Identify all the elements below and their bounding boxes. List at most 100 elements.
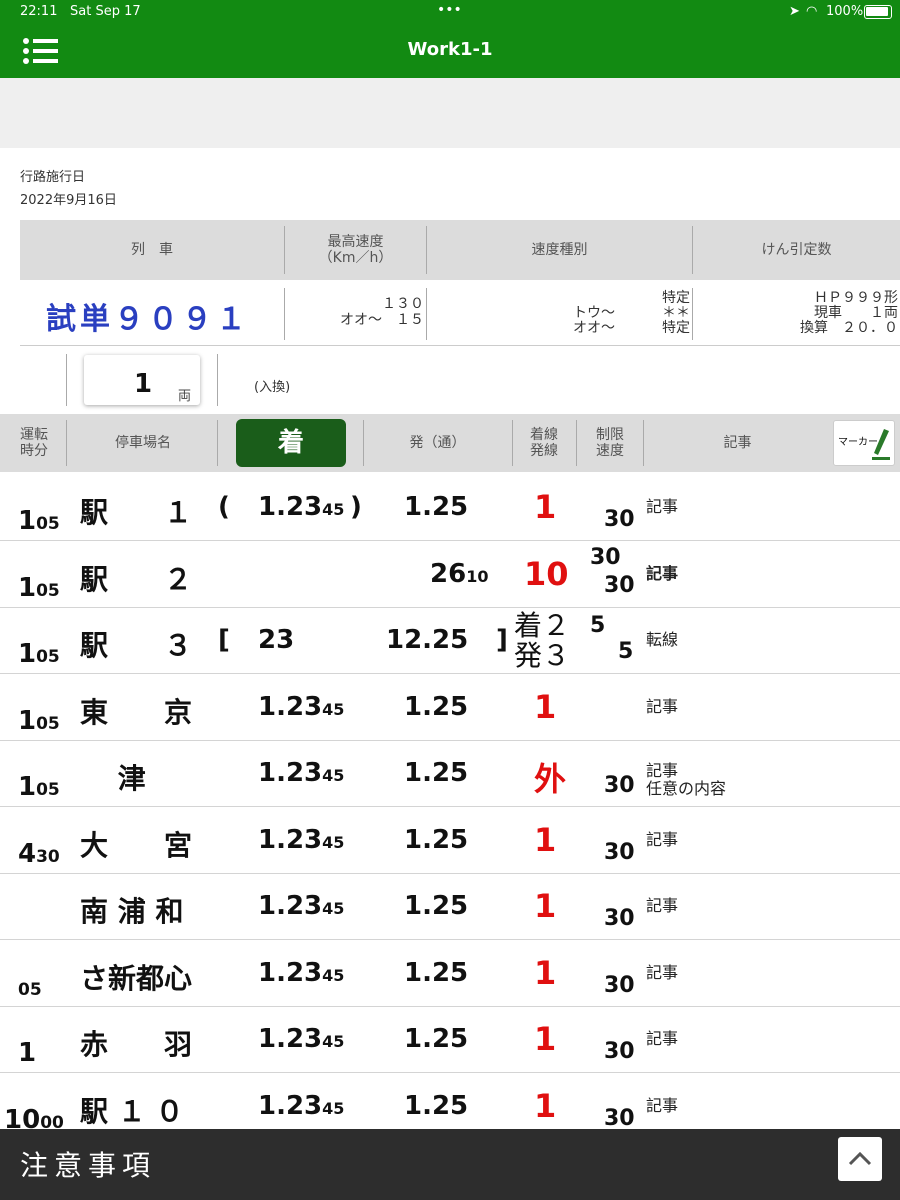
table-row[interactable]: 105 駅 １(1.2345) 1.25 1 30 記事 bbox=[0, 474, 900, 541]
speed-limit-top: 5 bbox=[590, 613, 606, 638]
note-line-2: 任意の内容 bbox=[646, 779, 727, 798]
table-row[interactable]: 105 駅 ３ [23 12.25] 着２ 発３ 5 5 転線 bbox=[0, 607, 900, 674]
note-line-1: 転線 bbox=[646, 630, 679, 649]
departure-time: 1.25 bbox=[404, 958, 468, 988]
run-time-seconds: 05 bbox=[36, 514, 60, 534]
speed-left-a: トウ〜 bbox=[573, 305, 615, 321]
header-speed-type: 速度種別 bbox=[531, 242, 588, 258]
departure-time: 2610 bbox=[430, 559, 488, 589]
run-time: 105 bbox=[18, 639, 60, 669]
arrival-time: 1.2345 bbox=[258, 758, 344, 788]
run-time-minutes: 1 bbox=[18, 506, 37, 536]
speed-limit: 30 bbox=[604, 572, 635, 598]
date-label: 行路施行日 bbox=[20, 170, 86, 185]
speed-limit: 30 bbox=[604, 507, 635, 532]
header-max-speed: 最高速度 （Km／h） bbox=[285, 220, 426, 280]
arrival-time: 1.2345 bbox=[258, 492, 344, 522]
row-note: 記事 bbox=[646, 1096, 678, 1115]
table-row[interactable]: 105 東 京 1.2345 1.25 1 記事 bbox=[0, 674, 900, 741]
note-line-1: 記事 bbox=[646, 896, 679, 915]
caution-footer: 注意事項 bbox=[0, 1129, 900, 1200]
location-icon: ➤ bbox=[789, 4, 800, 19]
note-line-1: 記事 bbox=[646, 563, 679, 583]
row-note: 記事 bbox=[646, 498, 678, 516]
table-row[interactable]: 1000 駅 １ ０ 1.2345 1.25 1 30 記事 bbox=[0, 1073, 900, 1130]
track-change: 着２ 発３ bbox=[514, 611, 570, 671]
departure-main: 1.25 bbox=[404, 891, 469, 921]
arrival-main: 1.23 bbox=[258, 758, 323, 788]
table-row[interactable]: 南 浦 和 1.2345 1.25 1 30 記事 bbox=[0, 873, 900, 940]
multitask-dots[interactable]: ••• bbox=[437, 2, 462, 18]
header-limit-2: 速度 bbox=[596, 443, 624, 459]
arrival-open-bracket: ( bbox=[218, 492, 230, 522]
run-time-seconds: 05 bbox=[36, 713, 60, 734]
speed-limit: 30 bbox=[604, 839, 635, 865]
station-name: 駅 ３ bbox=[80, 629, 193, 662]
station-list[interactable]: 105 駅 １(1.2345) 1.25 1 30 記事 105 駅 ２ 2610 10 30 30 記… bbox=[0, 474, 900, 1129]
departure-time: 1.25 bbox=[404, 492, 468, 522]
tonnage-b: 現車 １両 bbox=[814, 305, 898, 321]
expand-up-button[interactable] bbox=[838, 1137, 882, 1181]
footer-title: 注意事項 bbox=[20, 1149, 157, 1182]
station-name: 駅 １ ０ bbox=[80, 1094, 184, 1128]
track-number: 10 bbox=[524, 554, 569, 593]
arrival-time: 1.2345 bbox=[258, 1024, 344, 1054]
arrive-toggle-button[interactable]: 着 bbox=[236, 419, 346, 467]
shunting-note: (入換) bbox=[254, 380, 291, 395]
arrival-time: 1.2345 bbox=[258, 958, 344, 988]
track-number: 1 bbox=[534, 953, 557, 992]
track-number: 1 bbox=[534, 887, 557, 925]
max-speed-a: １３０ bbox=[382, 296, 424, 312]
speed-right-a: 特定 bbox=[662, 290, 690, 306]
car-count-box[interactable]: 1 両 bbox=[84, 355, 200, 405]
cars-row: 1 両 (入換) bbox=[0, 346, 900, 414]
speed-limit: 30 bbox=[604, 1039, 635, 1064]
departure-close-bracket: ] bbox=[496, 625, 508, 655]
arrival-seconds: 45 bbox=[322, 500, 345, 519]
departure-track: 発３ bbox=[514, 639, 571, 672]
header-max-speed-2: （Km／h） bbox=[318, 250, 393, 266]
arrival-time: 1.2345 bbox=[258, 891, 344, 921]
arrival-seconds: 45 bbox=[322, 1032, 345, 1051]
speed-limit-top: 30 bbox=[590, 544, 621, 570]
departure-main: 1.25 bbox=[404, 1090, 469, 1121]
arrival-track: 着２ bbox=[514, 609, 571, 642]
marker-button[interactable]: マーカー bbox=[833, 420, 895, 466]
departure-time: 1.25 bbox=[404, 825, 468, 855]
table-row[interactable]: 05 さ新都心 1.2345 1.25 1 30 記事 bbox=[0, 940, 900, 1007]
header-run-time: 運転 時分 bbox=[6, 427, 62, 459]
station-name: 駅 ２ bbox=[80, 562, 193, 596]
status-battery-text: 100% bbox=[826, 4, 864, 19]
header-run-time-2: 時分 bbox=[20, 443, 48, 459]
station-name: 東 京 bbox=[80, 695, 193, 729]
station-name: 大 宮 bbox=[80, 828, 193, 862]
header-run-time-1: 運転 bbox=[20, 427, 48, 443]
arrival-seconds: 45 bbox=[322, 832, 345, 852]
table-row[interactable]: 105 駅 ２ 2610 10 30 30 記事 bbox=[0, 541, 900, 608]
speed-limit: 30 bbox=[604, 906, 635, 931]
track-number: 外 bbox=[534, 760, 567, 798]
run-time: 430 bbox=[18, 839, 60, 869]
arrival-main: 1.23 bbox=[258, 1090, 323, 1121]
status-bar: 22:11 Sat Sep 17 ••• ➤ ◠ 100% bbox=[0, 0, 900, 24]
station-name: 津 bbox=[80, 762, 146, 795]
arrival-time: 23 bbox=[258, 625, 294, 655]
track-number: 1 bbox=[534, 488, 557, 526]
row-note: 記事 bbox=[646, 696, 679, 716]
header-station: 停車場名 bbox=[115, 435, 171, 451]
table-row[interactable]: 430 大 宮 1.2345 1.25 1 30 記事 bbox=[0, 807, 900, 874]
note-line-1: 記事 bbox=[646, 696, 679, 716]
departure-time: 1.25 bbox=[404, 1091, 468, 1121]
run-time: 1000 bbox=[4, 1105, 64, 1130]
date-value: 2022年9月16日 bbox=[20, 193, 117, 208]
speed-limit: 30 bbox=[604, 972, 635, 998]
run-time-seconds: 05 bbox=[36, 780, 60, 800]
departure-time: 1.25 bbox=[404, 692, 468, 722]
max-speed-b: オオ〜 １５ bbox=[340, 312, 424, 328]
note-line-1: 記事 bbox=[646, 497, 679, 516]
table-row[interactable]: 105 津 1.2345 1.25 外 30 記事 任意の内容 bbox=[0, 740, 900, 807]
header-limit-1: 制限 bbox=[596, 427, 624, 443]
run-time-minutes: 1 bbox=[18, 639, 37, 669]
train-info-row: 試単９０９１ １３０ オオ〜 １５ トウ〜 オオ〜 特定 ＊＊ 特定 ＨＰ９９９… bbox=[20, 280, 900, 346]
table-row[interactable]: 1 赤 羽 1.2345 1.25 1 30 記事 bbox=[0, 1006, 900, 1073]
